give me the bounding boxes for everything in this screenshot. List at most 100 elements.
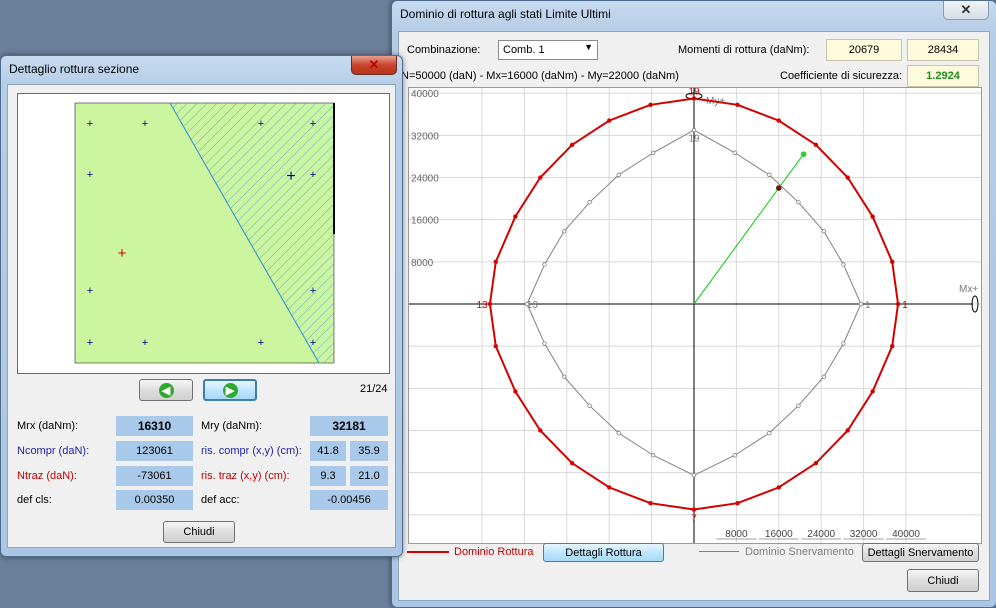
- section-detail-title: Dettaglio rottura sezione: [9, 62, 140, 76]
- rottura-point: [538, 428, 543, 433]
- coeff-value: 1.2924: [907, 65, 979, 87]
- mrx-value: 16310: [116, 416, 193, 436]
- rebar: +: [310, 118, 316, 130]
- legend-snervamento-line: [699, 551, 739, 552]
- snervamento-point: [691, 127, 697, 133]
- snervamento-point: [542, 262, 547, 267]
- domain-window: Dominio di rottura agli stati Limite Ult…: [391, 0, 996, 608]
- rottura-point: [493, 343, 498, 349]
- rebar: +: [258, 118, 264, 130]
- rebar: +: [310, 285, 316, 297]
- rottura-point: [569, 142, 575, 148]
- snervamento-point-label: 13: [527, 300, 539, 311]
- rottura-point: [813, 142, 819, 148]
- load-info: N=50000 (daN) - Mx=16000 (daNm) - My=220…: [401, 70, 679, 82]
- prev-button[interactable]: ◀: [139, 379, 193, 401]
- rottura-point: [870, 214, 875, 219]
- rottura-point: [648, 102, 653, 107]
- rottura-point: [890, 259, 895, 265]
- rebar: +: [142, 118, 148, 130]
- rottura-point: [538, 175, 543, 180]
- close-window-button[interactable]: ✕: [943, 1, 989, 20]
- rottura-point: [890, 343, 895, 349]
- ris-compr-y: 35.9: [350, 441, 388, 461]
- domain-window-client: Combinazione: Comb. 1 ▼ Momenti di rottu…: [398, 31, 990, 601]
- combinazione-select[interactable]: Comb. 1 ▼: [498, 40, 598, 60]
- rottura-point: [513, 214, 518, 219]
- snervamento-point: [732, 453, 738, 458]
- snervamento-point: [841, 262, 846, 267]
- ncompr-value: 123061: [116, 441, 193, 461]
- rebar: +: [87, 337, 93, 349]
- close-button[interactable]: Chiudi: [907, 569, 979, 592]
- snervamento-point: [821, 374, 827, 379]
- rebar: +: [310, 337, 316, 349]
- dettagli-snervamento-button[interactable]: Dettagli Snervamento: [862, 543, 979, 562]
- rottura-point: [845, 175, 850, 180]
- x-tick-label: 32000: [850, 529, 878, 540]
- page-indicator: 21/24: [360, 383, 388, 395]
- rottura-point: [569, 460, 575, 466]
- mry-label: Mry (daNm):: [201, 420, 263, 432]
- close-window-button[interactable]: ✕: [351, 56, 397, 75]
- rottura-point: [513, 389, 518, 394]
- legend-rottura-label: Dominio Rottura: [454, 546, 534, 558]
- section-drawing: + + + + + + + + + + + + + +: [17, 93, 390, 374]
- rebar: +: [310, 169, 316, 181]
- x-tick-label: 40000: [892, 529, 920, 540]
- rebar: +: [142, 337, 148, 349]
- def-acc-value: -0.00456: [310, 490, 388, 510]
- x-tick-label: 24000: [807, 529, 835, 540]
- rottura-point: [735, 102, 740, 107]
- arrow-right-icon: ▶: [222, 382, 238, 398]
- rottura-point: [648, 501, 653, 506]
- snervamento-point: [767, 430, 772, 436]
- snervamento-point-label: 1: [865, 300, 871, 311]
- domain-window-title: Dominio di rottura agli stati Limite Ult…: [400, 7, 611, 21]
- snervamento-point: [587, 403, 592, 408]
- rottura-point: [776, 118, 781, 123]
- momenti-value-mx: 20679: [826, 39, 902, 61]
- x-tick-label: 16000: [765, 529, 793, 540]
- rebar: +: [87, 285, 93, 297]
- close-button[interactable]: Chiudi: [163, 521, 235, 543]
- momenti-label: Momenti di rottura (daNm):: [678, 44, 810, 56]
- snervamento-point-label: 19: [688, 133, 700, 144]
- rottura-point-label: 1: [902, 300, 908, 311]
- dettagli-rottura-button[interactable]: Dettagli Rottura: [543, 543, 664, 562]
- rottura-point: [870, 389, 875, 394]
- ris-compr-label: ris. compr (x,y) (cm):: [201, 445, 302, 457]
- rottura-point-label: 19: [688, 87, 700, 98]
- ris-traz-x: 9.3: [310, 466, 346, 486]
- load-path-line: [693, 153, 805, 305]
- combinazione-value: Comb. 1: [503, 44, 545, 56]
- rottura-point: [735, 501, 740, 506]
- y-tick-label: 32000: [411, 131, 439, 142]
- y-tick-label: 16000: [411, 216, 439, 227]
- ntraz-label: Ntraz (daN):: [17, 470, 77, 482]
- next-button[interactable]: ▶: [203, 379, 257, 401]
- y-tick-label: 8000: [411, 258, 434, 269]
- rebar: +: [87, 169, 93, 181]
- close-icon: ✕: [960, 2, 972, 17]
- load-point: [776, 185, 782, 191]
- snervamento-point: [561, 229, 567, 234]
- x-axis-label: Mx+: [959, 284, 978, 295]
- rebar: +: [258, 337, 264, 349]
- rottura-point: [845, 428, 850, 433]
- snervamento-point: [650, 453, 656, 458]
- mrx-label: Mrx (daNm):: [17, 420, 79, 432]
- snervamento-point: [841, 341, 846, 346]
- def-cls-value: 0.00350: [116, 490, 193, 510]
- snervamento-point: [691, 473, 697, 478]
- x-tick-label: 8000: [725, 529, 748, 540]
- ncompr-label: Ncompr (daN):: [17, 445, 90, 457]
- snervamento-point: [732, 150, 738, 155]
- snervamento-point: [616, 172, 621, 178]
- section-detail-window: Dettaglio rottura sezione ✕ + + + + + + …: [0, 55, 403, 557]
- combinazione-label: Combinazione:: [407, 44, 481, 56]
- rottura-point: [607, 485, 612, 490]
- snervamento-point: [858, 301, 864, 307]
- legend-rottura-line: [407, 551, 449, 553]
- snervamento-point: [821, 229, 827, 234]
